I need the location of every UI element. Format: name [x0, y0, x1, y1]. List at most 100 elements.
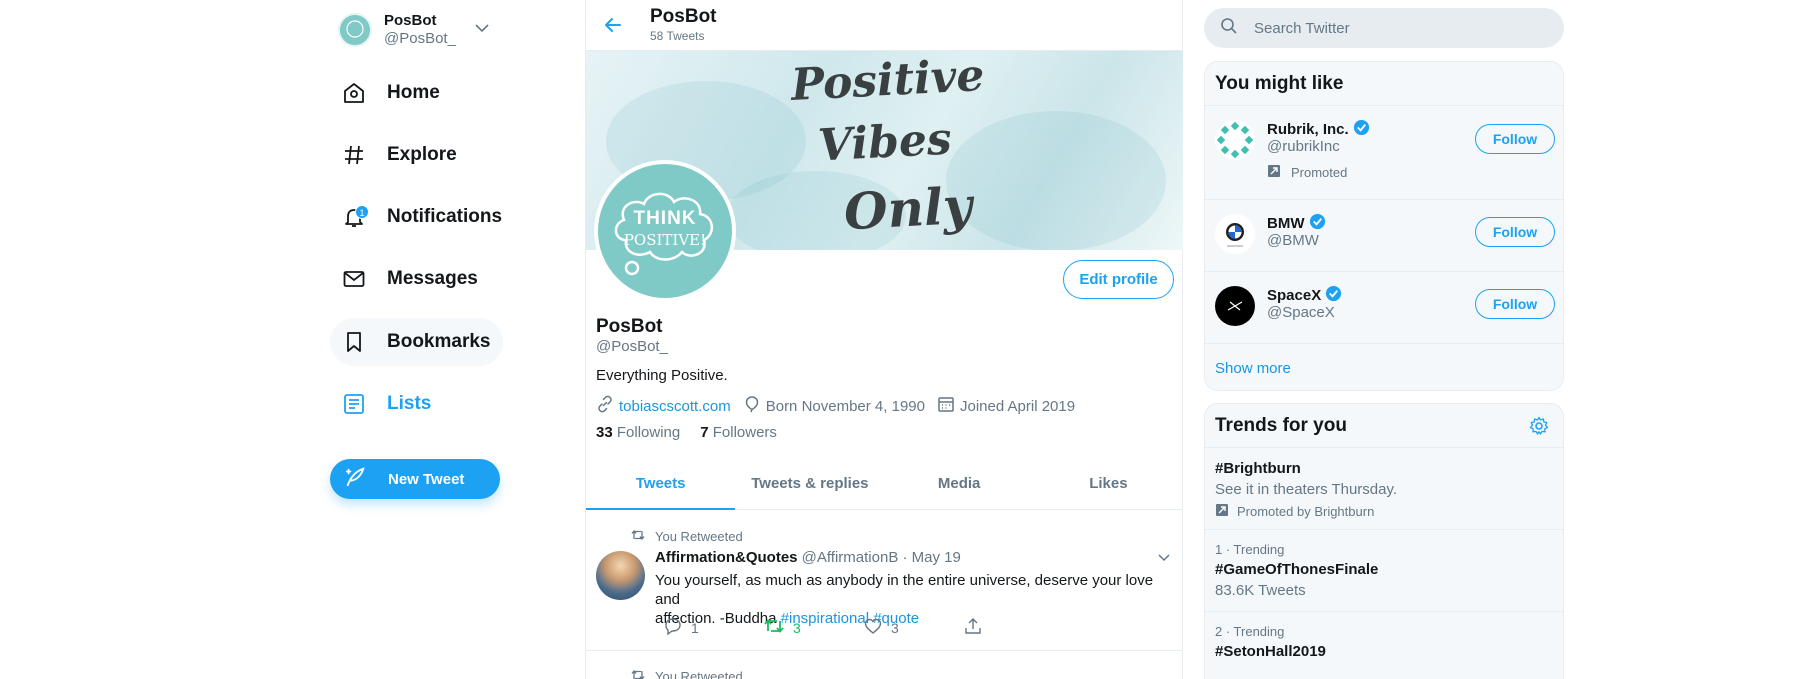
tab-likes[interactable]: Likes	[1034, 458, 1183, 509]
like-count: 3	[891, 619, 899, 636]
tab-tweets[interactable]: Tweets	[586, 458, 736, 510]
chevron-down-icon[interactable]	[1157, 550, 1171, 569]
share-button[interactable]	[955, 617, 1055, 638]
profile-header-bar: PosBot 58 Tweets	[586, 0, 1182, 51]
trend-count: 83.6K Tweets	[1215, 582, 1306, 599]
reply-button[interactable]: 1	[655, 617, 755, 638]
tweet-text-line1: You yourself, as much as anybody in the …	[655, 572, 1154, 608]
spacex-logo	[1215, 286, 1255, 326]
trend-item[interactable]: 2 · Trending #SetonHall2019	[1205, 612, 1563, 672]
retweet-icon	[764, 617, 784, 638]
following-stat[interactable]: 33 Following	[596, 424, 680, 441]
tab-media[interactable]: Media	[885, 458, 1034, 509]
follow-button[interactable]: Follow	[1475, 289, 1555, 319]
account-avatar	[338, 13, 372, 47]
nav-messages[interactable]: Messages	[330, 255, 490, 303]
tweet-item[interactable]: You Retweeted Affirmation&Quotes @Affirm…	[586, 511, 1183, 651]
follow-suggestion[interactable]: BMW @BMW Follow	[1205, 200, 1563, 272]
tweet-separator: ·	[902, 549, 908, 566]
suggestion-name: SpaceX	[1267, 287, 1322, 304]
feather-icon	[344, 466, 366, 493]
tweet-count: 58 Tweets	[650, 29, 705, 43]
page-title: PosBot	[650, 6, 717, 27]
profile-tabs: Tweets Tweets & replies Media Likes	[586, 458, 1183, 510]
show-more-link[interactable]: Show more	[1205, 344, 1563, 390]
nav-explore[interactable]: Explore	[330, 131, 469, 179]
profile-meta: tobiascscott.com Born November 4, 1990 J…	[596, 395, 1087, 417]
profile-joined: Joined April 2019	[959, 397, 1076, 415]
profile-avatar[interactable]: THINK POSITIVE!	[594, 160, 736, 302]
promoted-text: Promoted by Brightburn	[1237, 504, 1375, 519]
account-switcher[interactable]: PosBot @PosBot_	[338, 8, 568, 52]
search-input[interactable]	[1254, 19, 1534, 37]
retweet-count: 3	[793, 619, 801, 636]
nav-lists-label: Lists	[387, 393, 432, 414]
tweet-author-handle: @AffirmationB	[801, 549, 899, 566]
trends-card: Trends for you #Brightburn See it in the…	[1204, 403, 1564, 679]
followers-count: 7	[700, 424, 709, 441]
avatar-text-line2: POSITIVE!	[623, 231, 707, 249]
follow-button[interactable]: Follow	[1475, 124, 1555, 154]
trend-item[interactable]: 1 · Trending #GameOfThonesFinale 83.6K T…	[1205, 530, 1563, 612]
trend-item[interactable]: #Brightburn See it in theaters Thursday.…	[1205, 448, 1563, 530]
gear-icon[interactable]	[1529, 416, 1549, 442]
trend-meta: 1 · Trending	[1215, 542, 1285, 557]
followers-label: Followers	[712, 424, 777, 441]
tweet-author-avatar[interactable]	[596, 551, 645, 600]
follow-button[interactable]: Follow	[1475, 217, 1555, 247]
chevron-down-icon[interactable]	[474, 20, 490, 41]
verified-badge-icon	[1349, 119, 1370, 140]
rubrik-logo	[1215, 120, 1255, 160]
tab-tweets-replies[interactable]: Tweets & replies	[735, 458, 884, 509]
follow-suggestion[interactable]: SpaceX @SpaceX Follow	[1205, 272, 1563, 344]
envelope-icon	[340, 265, 368, 293]
right-sidebar: You might like Rubrik	[1204, 0, 1564, 679]
search-icon	[1220, 17, 1238, 40]
nav-home[interactable]: Home	[330, 69, 452, 117]
bookmark-icon	[340, 328, 368, 356]
profile-stats: 33 Following 7 Followers	[596, 424, 797, 441]
edit-profile-button[interactable]: Edit profile	[1063, 260, 1174, 299]
retweet-small-icon	[631, 528, 645, 545]
tweet-date[interactable]: May 19	[912, 549, 961, 566]
suggestion-name: Rubrik, Inc.	[1267, 121, 1349, 138]
bmw-logo	[1215, 214, 1255, 254]
retweet-context: You Retweeted	[631, 528, 743, 545]
trends-title-text: Trends for you	[1215, 414, 1347, 436]
nav-lists[interactable]: Lists	[330, 380, 443, 428]
balloon-icon	[743, 395, 766, 417]
retweet-context-label: You Retweeted	[655, 669, 743, 679]
search-box[interactable]	[1204, 8, 1564, 48]
retweet-small-icon	[631, 668, 645, 679]
link-icon	[596, 395, 619, 417]
retweet-button[interactable]: 3	[755, 617, 855, 638]
profile-website-link[interactable]: tobiascscott.com	[619, 398, 731, 415]
retweet-context: You Retweeted	[631, 668, 743, 679]
nav-bookmarks[interactable]: Bookmarks	[330, 318, 503, 366]
new-tweet-label: New Tweet	[388, 470, 465, 488]
nav-home-label: Home	[387, 82, 440, 103]
list-icon	[340, 390, 368, 418]
trend-name: #SetonHall2019	[1215, 643, 1326, 660]
follow-suggestion[interactable]: Rubrik, Inc. @rubrikInc Promoted Follow	[1205, 106, 1563, 200]
nav-messages-label: Messages	[387, 268, 478, 289]
tweet-author-name[interactable]: Affirmation&Quotes	[655, 549, 798, 566]
back-arrow-icon[interactable]	[598, 10, 628, 40]
promoted-icon	[1267, 164, 1281, 181]
nav-bookmarks-label: Bookmarks	[387, 331, 491, 352]
suggestion-name: BMW	[1267, 215, 1305, 232]
trends-title: Trends for you	[1205, 404, 1563, 448]
promoted-text: Promoted	[1291, 165, 1348, 180]
share-icon	[964, 617, 982, 638]
nav-notifications[interactable]: 1 Notifications	[330, 193, 514, 241]
tweet-item[interactable]: You Retweeted	[586, 652, 1183, 679]
bell-icon: 1	[340, 203, 369, 231]
following-count: 33	[596, 424, 613, 441]
profile-bio: Everything Positive.	[596, 367, 728, 384]
notification-badge: 1	[355, 205, 369, 219]
account-name: PosBot	[384, 12, 437, 29]
avatar-text-line1: THINK	[633, 208, 697, 229]
new-tweet-button[interactable]: New Tweet	[330, 459, 500, 499]
like-button[interactable]: 3	[855, 617, 955, 638]
followers-stat[interactable]: 7 Followers	[700, 424, 777, 441]
